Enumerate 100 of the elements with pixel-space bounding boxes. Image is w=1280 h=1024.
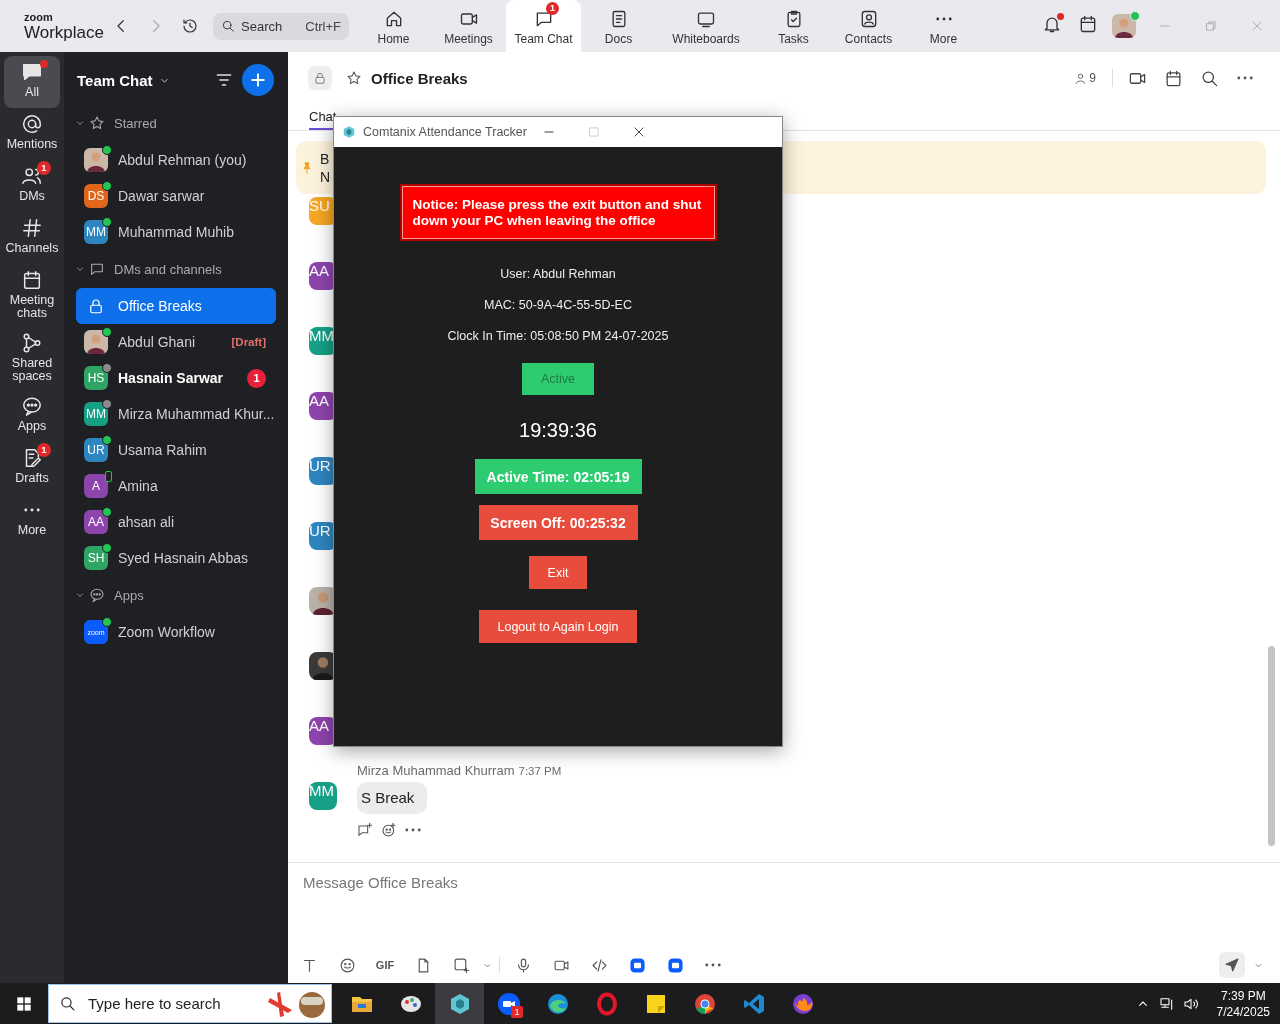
rail-label: DMs	[19, 190, 45, 203]
rail-item[interactable]: 1 DMs	[4, 160, 60, 212]
pinned-text: B	[320, 149, 331, 168]
window-title: Comtanix Attendance Tracker	[363, 125, 527, 139]
conversation-item[interactable]: Office Breaks	[76, 288, 276, 324]
taskbar-search-field[interactable]: Type here to search	[48, 984, 332, 1023]
conversation-item[interactable]: DS Dawar sarwar	[76, 178, 276, 214]
nav-tab[interactable]: Whiteboards	[656, 0, 756, 52]
avatar: A	[84, 474, 108, 498]
shortcut-hint: Ctrl+F	[305, 18, 341, 34]
windows-icon	[16, 995, 32, 1012]
app-icon[interactable]	[666, 956, 684, 974]
conversation-name: Dawar sarwar	[118, 188, 205, 204]
active-time-badge: Active Time: 02:05:19	[474, 459, 642, 494]
conversation-item[interactable]: MM Muhammad Muhib	[76, 214, 276, 250]
section-header[interactable]: Apps	[64, 576, 288, 614]
plus-icon	[248, 70, 268, 90]
count-badge: 1	[546, 2, 559, 15]
conversation-item[interactable]: Abdul Rehman (you)	[76, 142, 276, 178]
conversation-item[interactable]: SH Syed Hasnain Abbas	[76, 540, 276, 576]
code-icon[interactable]	[590, 956, 608, 974]
taskbar-date[interactable]: 7/24/2025	[1216, 1003, 1270, 1020]
screenshot-icon[interactable]	[452, 956, 470, 974]
nav-tab[interactable]: Docs	[581, 0, 656, 52]
rail-item[interactable]: Mentions	[4, 108, 60, 160]
rail-label: Apps	[17, 420, 47, 433]
calendar-icon[interactable]	[1078, 14, 1098, 34]
section-title: DMs and channels	[114, 261, 222, 277]
star-icon	[89, 115, 105, 131]
logout-button[interactable]: Logout to Again Login	[479, 610, 637, 643]
nav-tab[interactable]: Contacts	[831, 0, 906, 52]
calendar-icon	[21, 269, 43, 291]
conversation-item[interactable]: MM Mirza Muhammad Khur...	[76, 396, 276, 432]
ribbon-icon	[741, 991, 766, 1016]
conversation-item[interactable]: HS Hasnain Sarwar 1	[76, 360, 276, 396]
clock-text: 19:39:36	[519, 418, 597, 442]
message-field[interactable]: Message Office Breaks	[303, 870, 703, 894]
avatar: AA	[84, 510, 108, 534]
rail-label: Drafts	[15, 472, 49, 485]
logo-text: zoom	[24, 11, 53, 23]
nav-tab[interactable]: Home	[356, 0, 431, 52]
star-icon[interactable]	[346, 70, 362, 86]
unread-badge: 1	[247, 368, 266, 388]
rail-item[interactable]: All	[4, 56, 60, 108]
taskbar-app[interactable]: 1	[484, 983, 533, 1024]
channel-title: Office Breaks	[371, 69, 468, 87]
screen-off-badge: Screen Off: 00:25:32	[478, 505, 638, 540]
avatar: DS	[84, 184, 108, 208]
emoji-icon[interactable]	[338, 956, 356, 974]
history-icon[interactable]	[181, 17, 199, 35]
conversation-name: Amina	[118, 478, 158, 494]
notice-banner: Notice: Please press the exit button and shut down your PC when leaving the office	[399, 184, 717, 241]
conversation-item[interactable]: Abdul Ghani [Draft]	[76, 324, 276, 360]
nav-tab[interactable]: 1 Team Chat	[506, 0, 581, 52]
chat-icon	[89, 261, 105, 277]
members-button[interactable]: 9	[1074, 71, 1096, 85]
app-name: Workplace	[24, 23, 104, 41]
pinned-text: N	[320, 167, 331, 186]
nav-tab[interactable]: Meetings	[431, 0, 506, 52]
count-badge: 1	[37, 161, 51, 175]
emoji-icon[interactable]	[381, 822, 397, 838]
taskbar-time[interactable]: 7:39 PM	[1220, 987, 1266, 1004]
rail-item[interactable]: Apps	[4, 390, 60, 442]
status-badge: Active	[522, 363, 594, 395]
conversation-item[interactable]: AA ahsan ali	[76, 504, 276, 540]
rail-item[interactable]: Meeting chats	[4, 264, 60, 327]
chat-icon	[21, 61, 43, 83]
conversation-item[interactable]: UR Usama Rahim	[76, 432, 276, 468]
more-icon[interactable]	[405, 828, 421, 832]
more-icon[interactable]	[1237, 76, 1253, 80]
pin-icon	[300, 160, 314, 175]
app-icon[interactable]	[628, 956, 646, 974]
send-button[interactable]	[1219, 952, 1245, 978]
reply-icon[interactable]	[357, 822, 373, 838]
rail-label: Mentions	[6, 138, 58, 151]
section-header[interactable]: Starred	[64, 104, 288, 142]
rail-item[interactable]: 1 Drafts	[4, 442, 60, 494]
close-icon[interactable]	[632, 125, 647, 139]
network-icon[interactable]	[1158, 995, 1175, 1012]
gif-button[interactable]: GIF	[375, 959, 395, 971]
clock-in-label: Clock In Time: 05:08:50 PM 24-07-2025	[447, 328, 669, 344]
search-field[interactable]: Search Ctrl+F	[213, 12, 349, 40]
nav-tab[interactable]: Tasks	[756, 0, 831, 52]
conversation-item[interactable]: A Amina	[76, 468, 276, 504]
avatar: HS	[84, 366, 108, 390]
conversation-name: Muhammad Muhib	[118, 224, 234, 240]
new-chat-button[interactable]	[242, 64, 274, 96]
rail-item[interactable]: More	[4, 494, 60, 546]
rail-item[interactable]: Channels	[4, 212, 60, 264]
user-label: User: Abdul Rehman	[500, 266, 616, 282]
more-icon[interactable]	[705, 963, 721, 967]
sidebar-title[interactable]: Team Chat	[77, 71, 153, 89]
chat-bubble-icon	[21, 395, 43, 417]
section-header[interactable]: DMs and channels	[64, 250, 288, 288]
rail-item[interactable]: Shared spaces	[4, 327, 60, 390]
nav-tab[interactable]: More	[906, 0, 981, 52]
draft-label: [Draft]	[231, 336, 266, 348]
scrollbar-thumb[interactable]	[1268, 646, 1275, 846]
exit-button[interactable]: Exit	[529, 556, 587, 589]
count-badge: 1	[511, 1006, 523, 1018]
